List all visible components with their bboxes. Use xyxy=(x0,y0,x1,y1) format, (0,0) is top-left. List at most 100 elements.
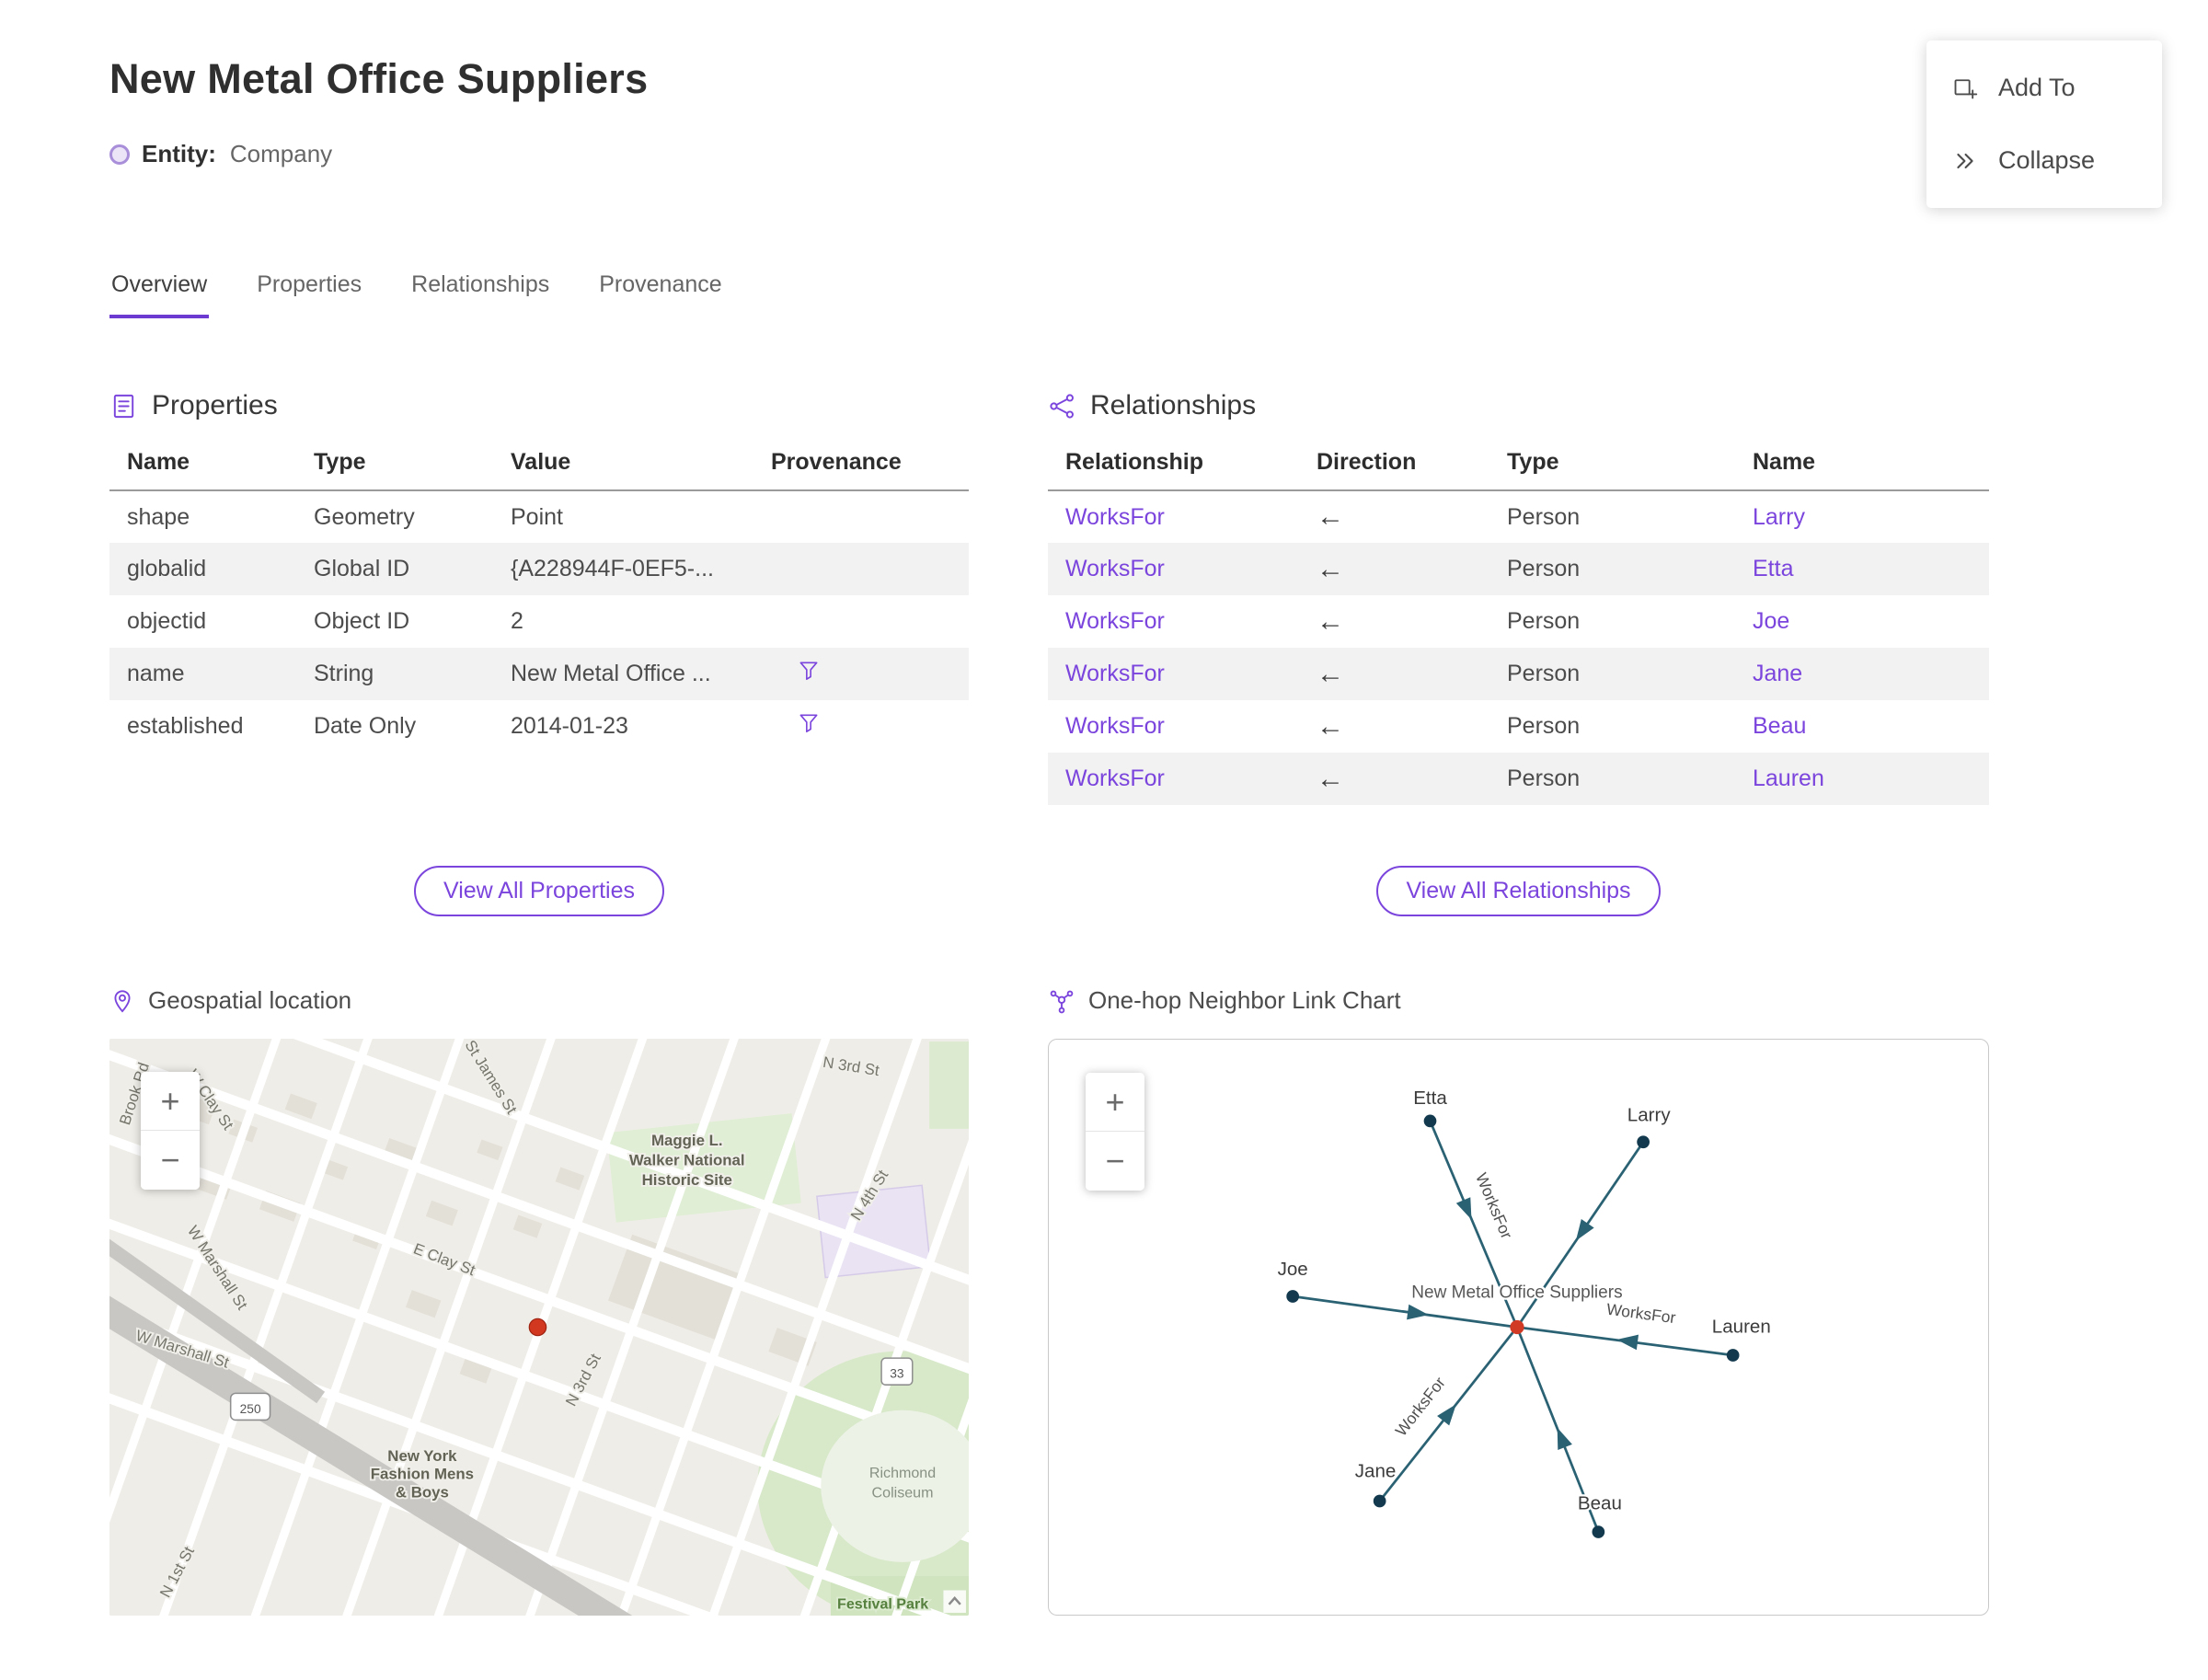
map-label-festival-park: Festival Park xyxy=(837,1595,928,1612)
map-label-maggie-1: Maggie L. xyxy=(651,1132,723,1149)
prop-name: shape xyxy=(127,503,190,530)
entity-link[interactable]: Joe xyxy=(1753,595,1989,648)
entity-value: Company xyxy=(229,140,333,167)
collapse-icon xyxy=(1957,153,1973,168)
direction-cell: ← xyxy=(1317,648,1507,700)
direction-cell: ← xyxy=(1317,543,1507,595)
overview-bottom-row: Geospatial location 250 33 Brook Rd W Cl… xyxy=(109,986,2208,1616)
map-label-coliseum-2: Coliseum xyxy=(872,1485,934,1502)
center-node-label: New Metal Office Suppliers xyxy=(1411,1283,1622,1302)
rel-type: Person xyxy=(1507,713,1581,739)
tab-relationships[interactable]: Relationships xyxy=(409,271,551,318)
link-chart-title: One-hop Neighbor Link Chart xyxy=(1088,986,1401,1014)
node-beau[interactable] xyxy=(1592,1525,1605,1538)
table-row: WorksFor ← Person Etta xyxy=(1048,543,1989,595)
col-provenance: Provenance xyxy=(771,449,969,491)
map-zoom-out-button[interactable]: − xyxy=(141,1131,200,1190)
prop-provenance xyxy=(771,700,969,753)
tab-provenance[interactable]: Provenance xyxy=(597,271,723,318)
relationships-section: Relationships Relationship Direction Typ… xyxy=(1048,390,1989,920)
map-zoom-in-button[interactable]: + xyxy=(141,1072,200,1131)
rel-type: Person xyxy=(1507,608,1581,634)
prop-type: Date Only xyxy=(314,713,417,739)
entity-link[interactable]: Etta xyxy=(1753,543,1989,595)
node-larry[interactable] xyxy=(1637,1135,1650,1149)
map-attribution-toggle[interactable] xyxy=(943,1590,966,1613)
prop-value: New Metal Office ... xyxy=(511,648,771,700)
add-to-button[interactable]: Add To xyxy=(1926,52,2162,124)
left-arrow-icon: ← xyxy=(1317,605,1344,637)
properties-section-title: Properties xyxy=(152,390,278,420)
center-node[interactable] xyxy=(1510,1319,1524,1335)
page-title: New Metal Office Suppliers xyxy=(109,55,649,102)
entity-link[interactable]: Jane xyxy=(1753,648,1989,700)
view-all-properties-button[interactable]: View All Properties xyxy=(414,866,664,916)
relationships-header-row: Relationship Direction Type Name xyxy=(1048,449,1989,491)
map-label-coliseum-1: Richmond xyxy=(869,1465,936,1481)
left-arrow-icon: ← xyxy=(1317,763,1344,794)
tab-properties[interactable]: Properties xyxy=(255,271,363,318)
properties-section: Properties Name Type Value Provenance sh… xyxy=(109,390,969,920)
relationship-link[interactable]: WorksFor xyxy=(1048,490,1317,543)
relationships-table: Relationship Direction Type Name WorksFo… xyxy=(1048,449,1989,805)
node-label-etta: Etta xyxy=(1413,1087,1447,1109)
arrow-beau xyxy=(1557,1427,1572,1451)
tab-bar: Overview Properties Relationships Proven… xyxy=(109,271,2208,318)
collapse-button[interactable]: Collapse xyxy=(1926,124,2162,197)
left-arrow-icon: ← xyxy=(1317,710,1344,742)
relationship-link[interactable]: WorksFor xyxy=(1048,648,1317,700)
route-shield-250: 250 xyxy=(229,1392,271,1421)
chart-zoom-in-button[interactable]: + xyxy=(1086,1073,1144,1132)
entity-link[interactable]: Beau xyxy=(1753,700,1989,753)
prop-type: Geometry xyxy=(314,503,415,530)
node-etta[interactable] xyxy=(1423,1114,1437,1128)
col-name: Name xyxy=(1753,449,1989,491)
entity-link[interactable]: Larry xyxy=(1753,490,1989,543)
entity-link[interactable]: Lauren xyxy=(1753,753,1989,805)
entity-type-row: Entity: Company xyxy=(109,140,2208,168)
link-chart-canvas[interactable]: WorksFor WorksFor WorksFor New Metal Off… xyxy=(1048,1039,1989,1616)
left-arrow-icon: ← xyxy=(1317,501,1344,532)
map-label-maggie-2: Walker National xyxy=(629,1152,745,1169)
prop-name: established xyxy=(127,713,244,739)
location-marker[interactable] xyxy=(528,1318,547,1337)
view-all-relationships-button[interactable]: View All Relationships xyxy=(1376,866,1661,916)
table-row: globalid Global ID {A228944F-0EF5-... xyxy=(109,543,969,595)
map-image[interactable]: 250 33 Brook Rd W Clay St St James St N … xyxy=(109,1039,969,1616)
col-value: Value xyxy=(511,449,771,491)
link-chart-edge-labels: WorksFor WorksFor WorksFor xyxy=(1389,1168,1679,1442)
prop-provenance xyxy=(771,543,969,595)
table-row: WorksFor ← Person Beau xyxy=(1048,700,1989,753)
prop-value: 2 xyxy=(511,608,523,634)
tab-overview[interactable]: Overview xyxy=(109,271,210,318)
node-joe[interactable] xyxy=(1286,1290,1300,1303)
link-chart-image[interactable]: WorksFor WorksFor WorksFor New Metal Off… xyxy=(1049,1040,1988,1615)
relationship-link[interactable]: WorksFor xyxy=(1048,543,1317,595)
map-canvas[interactable]: 250 33 Brook Rd W Clay St St James St N … xyxy=(109,1039,969,1616)
col-type: Type xyxy=(314,449,511,491)
table-row: WorksFor ← Person Larry xyxy=(1048,490,1989,543)
map-label-maggie-3: Historic Site xyxy=(642,1171,732,1189)
relationship-link[interactable]: WorksFor xyxy=(1048,753,1317,805)
node-label-joe: Joe xyxy=(1278,1259,1308,1280)
table-row: objectid Object ID 2 xyxy=(109,595,969,648)
chart-zoom-out-button[interactable]: − xyxy=(1086,1132,1144,1191)
geospatial-section: Geospatial location 250 33 Brook Rd W Cl… xyxy=(109,986,969,1616)
map-label-ny-1: New York xyxy=(387,1447,457,1465)
link-chart-header: One-hop Neighbor Link Chart xyxy=(1048,986,1989,1015)
view-all-properties-wrap: View All Properties xyxy=(109,866,969,920)
node-jane[interactable] xyxy=(1373,1494,1386,1508)
provenance-icon[interactable] xyxy=(797,711,821,735)
table-row: WorksFor ← Person Jane xyxy=(1048,648,1989,700)
node-lauren[interactable] xyxy=(1726,1349,1740,1362)
provenance-icon[interactable] xyxy=(797,659,821,683)
relationship-link[interactable]: WorksFor xyxy=(1048,700,1317,753)
rel-type: Person xyxy=(1507,503,1581,530)
relationship-link[interactable]: WorksFor xyxy=(1048,595,1317,648)
rel-type: Person xyxy=(1507,648,1753,700)
left-arrow-icon: ← xyxy=(1317,553,1344,584)
entity-page: New Metal Office Suppliers Entity: Compa… xyxy=(0,0,2208,318)
prop-type: Global ID xyxy=(314,543,511,595)
relationships-section-title: Relationships xyxy=(1090,390,1257,420)
prop-value: Point xyxy=(511,503,563,530)
